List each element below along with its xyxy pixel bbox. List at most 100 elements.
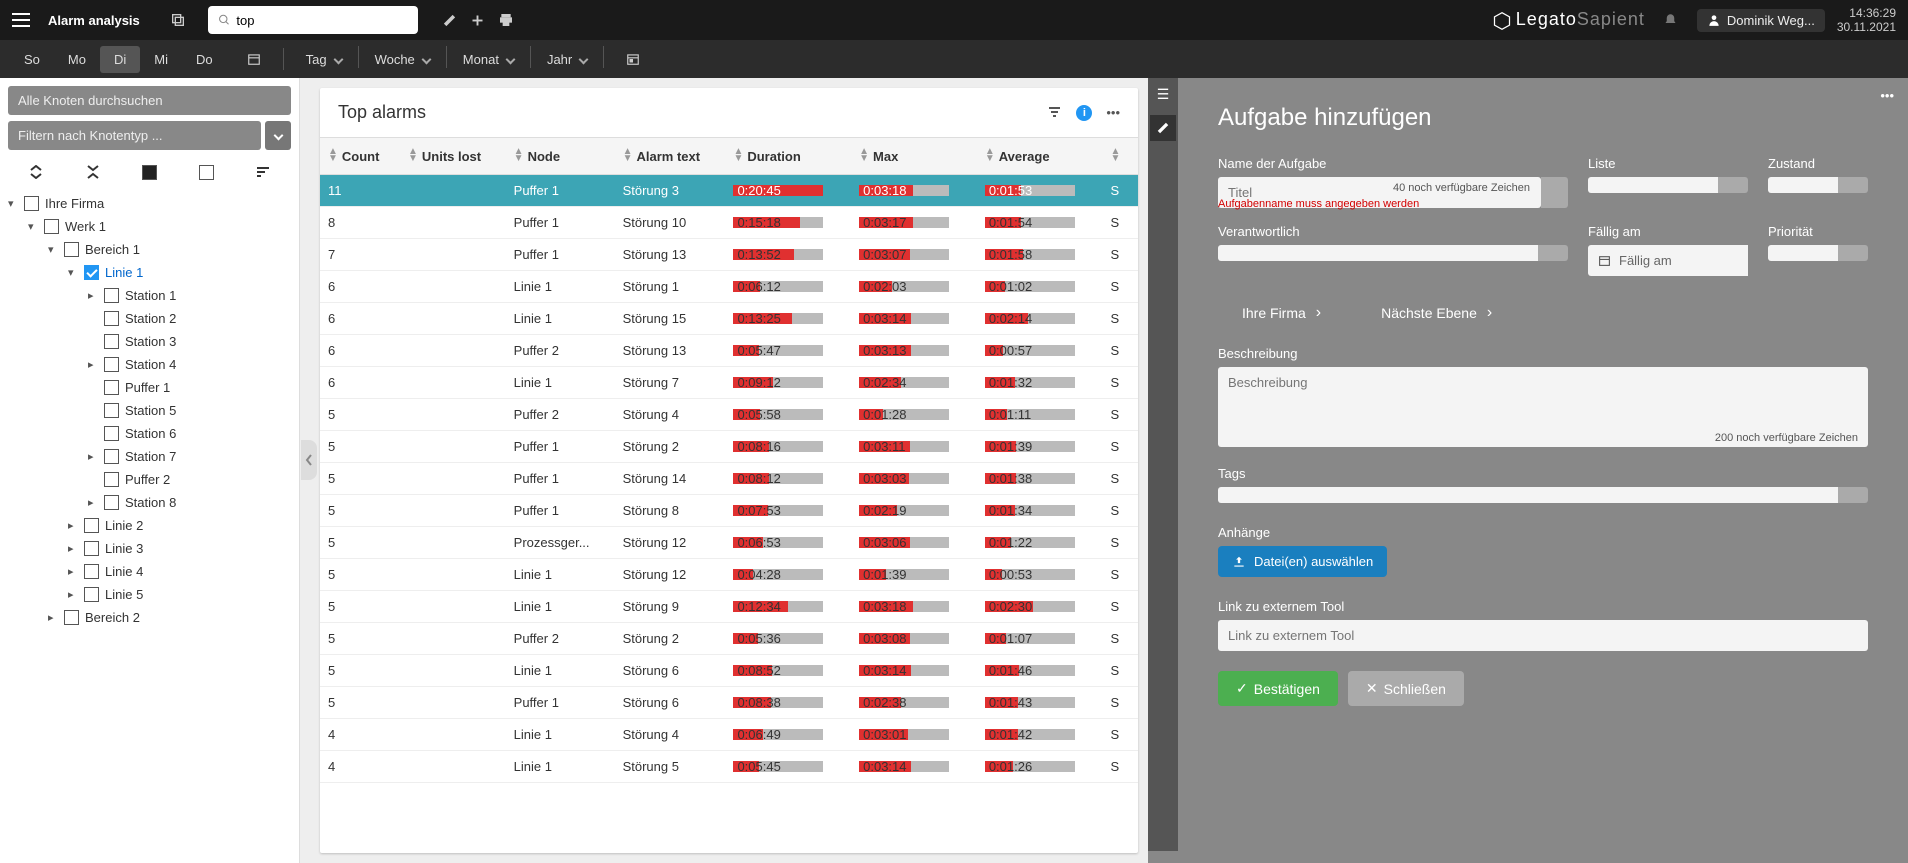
table-row[interactable]: 6Puffer 2Störung 130:05:470:03:130:00:57…	[320, 335, 1138, 367]
period-btn-jahr[interactable]: Jahr	[533, 46, 601, 73]
tree-item[interactable]: ▸ Station 4	[88, 353, 291, 376]
tree-item[interactable]: ▾ Linie 1	[68, 261, 291, 284]
panel-edit-icon[interactable]	[1150, 115, 1176, 141]
tree-item[interactable]: ▸ Linie 3	[68, 537, 291, 560]
table-row[interactable]: 5Puffer 1Störung 60:08:380:02:380:01:43S	[320, 687, 1138, 719]
tree-item[interactable]: Station 5	[88, 399, 291, 422]
table-row[interactable]: 5Linie 1Störung 60:08:520:03:140:01:46S	[320, 655, 1138, 687]
filter-icon[interactable]	[1047, 105, 1062, 120]
table-row[interactable]: 7Puffer 1Störung 130:13:520:03:070:01:58…	[320, 239, 1138, 271]
bell-icon[interactable]	[1657, 6, 1685, 34]
name-chevron[interactable]	[1541, 177, 1569, 208]
prio-chevron[interactable]	[1838, 245, 1868, 261]
col-count[interactable]: ▲▼Count	[320, 138, 400, 175]
tree-item[interactable]: ▸ Linie 2	[68, 514, 291, 537]
sidebar-drag-handle[interactable]	[301, 440, 317, 480]
table-row[interactable]: 5Puffer 1Störung 80:07:530:02:190:01:34S	[320, 495, 1138, 527]
collapse-icon[interactable]	[83, 162, 103, 182]
state-select[interactable]	[1768, 177, 1838, 193]
search-input[interactable]	[236, 13, 407, 28]
search-box[interactable]	[208, 6, 418, 34]
tree-item[interactable]: ▸ Station 8	[88, 491, 291, 514]
day-btn-do[interactable]: Do	[182, 46, 227, 73]
col-node[interactable]: ▲▼Node	[506, 138, 615, 175]
day-btn-mi[interactable]: Mi	[140, 46, 182, 73]
more-icon[interactable]: •••	[1106, 105, 1120, 120]
day-btn-so[interactable]: So	[10, 46, 54, 73]
period-btn-monat[interactable]: Monat	[449, 46, 528, 73]
filter-chevron[interactable]	[265, 121, 291, 150]
table-row[interactable]: 11Puffer 1Störung 30:20:450:03:180:01:53…	[320, 175, 1138, 207]
prio-select[interactable]	[1768, 245, 1838, 261]
panel-menu-icon[interactable]: ☰	[1157, 86, 1170, 103]
node-search-input[interactable]	[8, 86, 291, 115]
table-row[interactable]: 5Puffer 1Störung 140:08:120:03:030:01:38…	[320, 463, 1138, 495]
breadcrumb-next[interactable]: Nächste Ebene ›	[1381, 304, 1492, 322]
edit-icon[interactable]	[436, 6, 464, 34]
calendar-range-icon[interactable]	[612, 46, 654, 72]
tree-item[interactable]: ▾ Bereich 1	[48, 238, 291, 261]
table-row[interactable]: 5Puffer 2Störung 20:05:360:03:080:01:07S	[320, 623, 1138, 655]
day-btn-di[interactable]: Di	[100, 46, 140, 73]
tree-item[interactable]: ▾ Werk 1	[28, 215, 291, 238]
tree-item[interactable]: ▸ Bereich 2	[48, 606, 291, 629]
tree-item[interactable]: Puffer 2	[88, 468, 291, 491]
breadcrumb-company[interactable]: Ihre Firma ›	[1242, 304, 1321, 322]
table-row[interactable]: 5Puffer 1Störung 20:08:160:03:110:01:39S	[320, 431, 1138, 463]
tree-item[interactable]: ▸ Linie 5	[68, 583, 291, 606]
col-extra[interactable]: ▲▼	[1103, 138, 1139, 175]
hamburger-icon[interactable]	[12, 13, 30, 27]
state-chevron[interactable]	[1838, 177, 1868, 193]
period-btn-tag[interactable]: Tag	[292, 46, 356, 73]
resp-chevron[interactable]	[1538, 245, 1568, 261]
col-max[interactable]: ▲▼Max	[851, 138, 977, 175]
tree-item[interactable]: ▸ Linie 4	[68, 560, 291, 583]
tags-chevron[interactable]	[1838, 487, 1868, 503]
col-duration[interactable]: ▲▼Duration	[725, 138, 851, 175]
checkbox-filled-icon[interactable]	[139, 162, 159, 182]
table-row[interactable]: 5Linie 1Störung 120:04:280:01:390:00:53S	[320, 559, 1138, 591]
table-row[interactable]: 6Linie 1Störung 10:06:120:02:030:01:02S	[320, 271, 1138, 303]
tree-item[interactable]: ▸ Station 7	[88, 445, 291, 468]
user-menu[interactable]: Dominik Weg...	[1697, 9, 1825, 32]
print-icon[interactable]	[492, 6, 520, 34]
col-units-lost[interactable]: ▲▼Units lost	[400, 138, 506, 175]
calendar-icon[interactable]	[233, 46, 275, 72]
close-button[interactable]: ✕ Schließen	[1348, 671, 1464, 706]
link-input[interactable]	[1218, 620, 1868, 651]
confirm-button[interactable]: ✓ Bestätigen	[1218, 671, 1338, 706]
upload-button[interactable]: Datei(en) auswählen	[1218, 546, 1387, 577]
table-row[interactable]: 6Linie 1Störung 150:13:250:03:140:02:14S	[320, 303, 1138, 335]
col-average[interactable]: ▲▼Average	[977, 138, 1103, 175]
tree-item[interactable]: ▸ Station 1	[88, 284, 291, 307]
info-icon[interactable]: i	[1076, 105, 1092, 121]
table-row[interactable]: 6Linie 1Störung 70:09:120:02:340:01:32S	[320, 367, 1138, 399]
day-btn-mo[interactable]: Mo	[54, 46, 100, 73]
table-row[interactable]: 5Puffer 2Störung 40:05:580:01:280:01:11S	[320, 399, 1138, 431]
resp-select[interactable]	[1218, 245, 1538, 261]
due-input[interactable]: Fällig am	[1588, 245, 1748, 276]
table-row[interactable]: 4Linie 1Störung 50:05:450:03:140:01:26S	[320, 751, 1138, 783]
tree-item[interactable]: Puffer 1	[88, 376, 291, 399]
table-row[interactable]: 5Linie 1Störung 90:12:340:03:180:02:30S	[320, 591, 1138, 623]
checkbox-empty-icon[interactable]	[196, 162, 216, 182]
sort-icon[interactable]	[253, 162, 273, 182]
tree-item[interactable]: Station 2	[88, 307, 291, 330]
panel-more-icon[interactable]: •••	[1880, 88, 1894, 103]
expand-icon[interactable]	[26, 162, 46, 182]
tree-item[interactable]: Station 6	[88, 422, 291, 445]
col-alarm-text[interactable]: ▲▼Alarm text	[615, 138, 726, 175]
tree-item[interactable]: ▾ Ihre Firma	[8, 192, 291, 215]
desc-label: Beschreibung	[1218, 346, 1868, 361]
list-select[interactable]	[1588, 177, 1718, 193]
copy-icon[interactable]	[164, 6, 192, 34]
list-chevron[interactable]	[1718, 177, 1748, 193]
period-btn-woche[interactable]: Woche	[361, 46, 444, 73]
table-row[interactable]: 5Prozessger...Störung 120:06:530:03:060:…	[320, 527, 1138, 559]
nodetype-filter[interactable]: Filtern nach Knotentyp ...	[8, 121, 261, 150]
add-icon[interactable]	[464, 6, 492, 34]
table-row[interactable]: 8Puffer 1Störung 100:15:180:03:170:01:54…	[320, 207, 1138, 239]
tags-select[interactable]	[1218, 487, 1838, 503]
tree-item[interactable]: Station 3	[88, 330, 291, 353]
table-row[interactable]: 4Linie 1Störung 40:06:490:03:010:01:42S	[320, 719, 1138, 751]
